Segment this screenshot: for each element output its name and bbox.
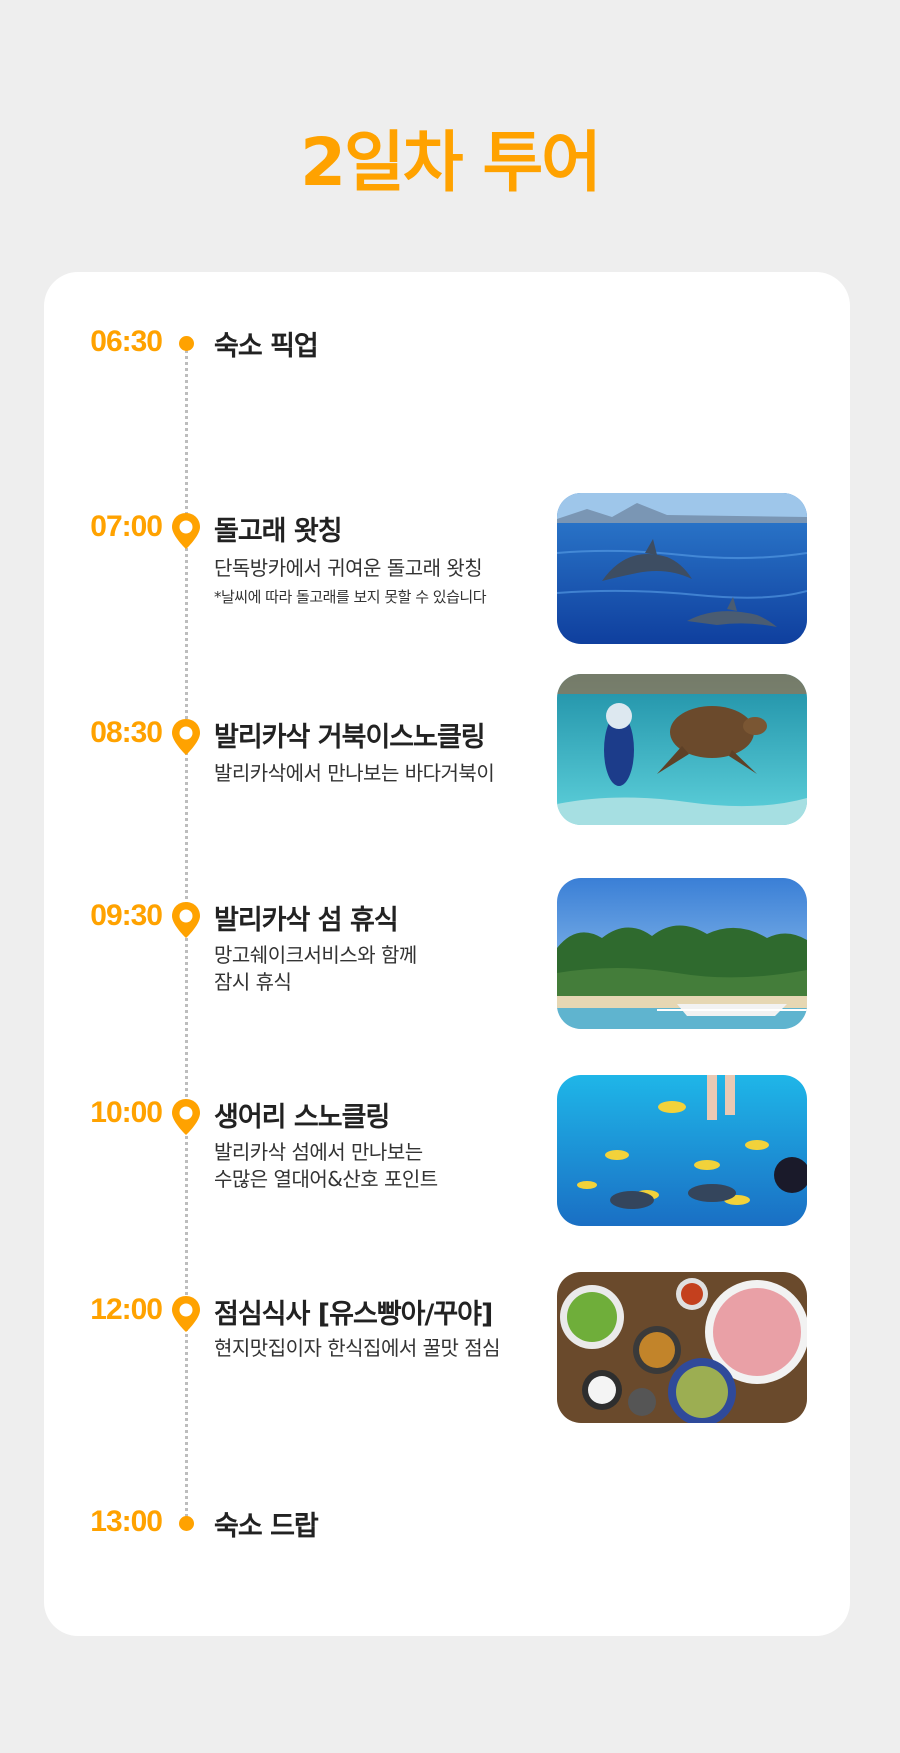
item-description: 발리카삭에서 만나보는 바다거북이: [214, 761, 495, 785]
tropical-fish-photo: [557, 1075, 807, 1226]
item-title: 생어리 스노클링: [214, 1102, 390, 1133]
time-label: 06:30: [90, 325, 163, 358]
location-pin-icon: [172, 1296, 200, 1332]
time-label: 12:00: [90, 1293, 163, 1326]
timeline-dot: [179, 1516, 194, 1531]
item-title: 숙소 드랍: [214, 1511, 319, 1542]
korean-bbq-lunch-photo: [557, 1272, 807, 1423]
dolphin-photo: [557, 493, 807, 644]
timeline-dot: [179, 336, 194, 351]
island-beach-photo: [557, 878, 807, 1029]
location-pin-icon: [172, 719, 200, 755]
sea-turtle-snorkeling-photo: [557, 674, 807, 825]
item-description: 단독방카에서 귀여운 돌고래 왓칭: [214, 556, 483, 580]
time-label: 13:00: [90, 1505, 163, 1538]
location-pin-icon: [172, 902, 200, 938]
time-label: 07:00: [90, 510, 163, 543]
location-pin-icon: [172, 1099, 200, 1135]
item-description: 망고쉐이크서비스와 함께: [214, 943, 417, 967]
item-title: 점심식사 [유스빵아/꾸야]: [214, 1299, 493, 1330]
item-title: 숙소 픽업: [214, 331, 319, 362]
item-description: 잠시 휴식: [214, 970, 292, 994]
item-title: 발리카삭 거북이스노클링: [214, 722, 486, 753]
item-description: 수많은 열대어&산호 포인트: [214, 1167, 438, 1191]
time-label: 09:30: [90, 899, 163, 932]
item-note: *날씨에 따라 돌고래를 보지 못할 수 있습니다: [214, 588, 487, 606]
page-title: 2일차 투어: [300, 124, 602, 201]
time-label: 08:30: [90, 716, 163, 749]
item-title: 돌고래 왓칭: [214, 516, 343, 547]
item-title: 발리카삭 섬 휴식: [214, 905, 399, 936]
item-description: 현지맛집이자 한식집에서 꿀맛 점심: [214, 1336, 501, 1360]
time-label: 10:00: [90, 1096, 163, 1129]
item-description: 발리카삭 섬에서 만나보는: [214, 1140, 423, 1164]
location-pin-icon: [172, 513, 200, 549]
